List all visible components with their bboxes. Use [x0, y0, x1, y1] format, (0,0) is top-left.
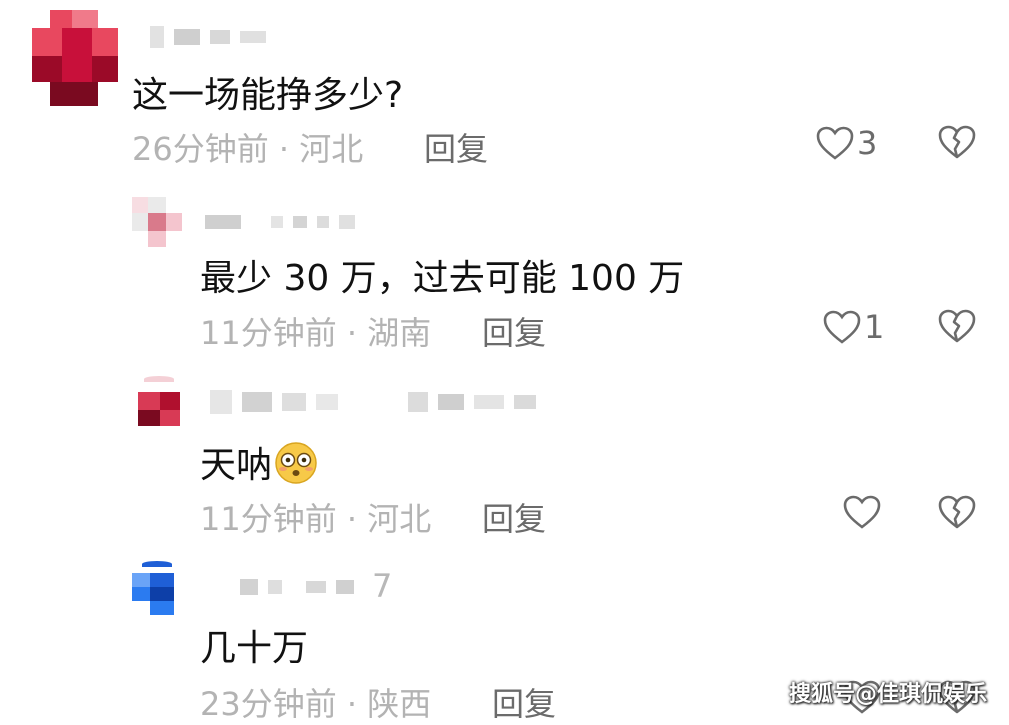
dislike-button[interactable] — [937, 124, 977, 164]
like-button[interactable] — [842, 494, 882, 530]
like-button[interactable]: 3 — [815, 124, 877, 162]
username-blurred[interactable] — [205, 215, 355, 229]
comment-meta: 26分钟前 · 河北 — [132, 130, 364, 168]
avatar[interactable] — [132, 561, 182, 615]
broken-heart-icon — [937, 125, 977, 164]
dislike-button[interactable] — [937, 308, 977, 348]
avatar[interactable] — [32, 10, 118, 106]
comment-text: 几十万 — [200, 628, 309, 669]
like-button[interactable]: 1 — [822, 308, 884, 346]
flushed-face-icon — [274, 441, 318, 494]
heart-icon — [815, 125, 855, 161]
comment-meta: 11分钟前 · 河北 — [200, 500, 432, 538]
username-blurred[interactable] — [210, 390, 536, 414]
comment-text: 这一场能挣多少? — [132, 75, 404, 116]
comment-meta: 23分钟前 · 陕西 — [200, 685, 432, 723]
avatar[interactable] — [132, 197, 182, 247]
like-count: 3 — [857, 124, 878, 162]
reply-button[interactable]: 回复 — [482, 494, 546, 540]
comment-text: 最少 30 万，过去可能 100 万 — [200, 258, 685, 299]
comment-item: 最少 30 万，过去可能 100 万 11分钟前 · 湖南 回复 1 — [0, 185, 1009, 365]
like-count: 1 — [864, 308, 885, 346]
heart-icon — [822, 309, 862, 345]
dislike-button[interactable] — [937, 494, 977, 534]
heart-icon — [842, 494, 882, 530]
broken-heart-icon — [937, 309, 977, 348]
watermark: 搜狐号@佳琪侃娱乐 — [788, 682, 987, 707]
comment-text-content: 天呐 — [200, 445, 273, 486]
username-suffix: 7 — [372, 567, 393, 605]
reply-button[interactable]: 回复 — [492, 679, 556, 725]
username-blurred[interactable] — [240, 579, 354, 595]
avatar[interactable] — [138, 376, 182, 426]
username-blurred[interactable] — [150, 26, 266, 48]
comment-item: 这一场能挣多少? 26分钟前 · 河北 回复 3 — [0, 0, 1009, 180]
comment-meta: 11分钟前 · 湖南 — [200, 314, 432, 352]
reply-button[interactable]: 回复 — [424, 124, 488, 170]
broken-heart-icon — [937, 495, 977, 534]
reply-button[interactable]: 回复 — [482, 308, 546, 354]
comment-text: 天呐 — [200, 436, 318, 494]
comment-item: 天呐 11分钟前 · 河北 回复 — [0, 370, 1009, 550]
